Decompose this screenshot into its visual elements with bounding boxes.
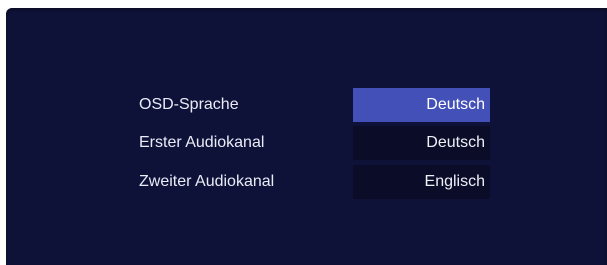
osd-menu-screen: OSD-Sprache Deutsch Erster Audiokanal De…	[6, 8, 607, 265]
setting-value-osd-language[interactable]: Deutsch	[353, 88, 490, 122]
screen-frame: OSD-Sprache Deutsch Erster Audiokanal De…	[0, 0, 607, 265]
setting-label-first-audio-channel: Erster Audiokanal	[139, 134, 265, 151]
setting-row-second-audio-channel[interactable]: Zweiter Audiokanal Englisch	[6, 165, 607, 199]
setting-label-second-audio-channel: Zweiter Audiokanal	[139, 173, 275, 190]
setting-value-first-audio-channel[interactable]: Deutsch	[353, 126, 490, 160]
setting-row-osd-language[interactable]: OSD-Sprache Deutsch	[6, 88, 607, 122]
setting-value-second-audio-channel[interactable]: Englisch	[353, 165, 490, 199]
settings-list: OSD-Sprache Deutsch Erster Audiokanal De…	[6, 8, 607, 265]
setting-label-osd-language: OSD-Sprache	[139, 96, 239, 113]
setting-row-first-audio-channel[interactable]: Erster Audiokanal Deutsch	[6, 126, 607, 160]
